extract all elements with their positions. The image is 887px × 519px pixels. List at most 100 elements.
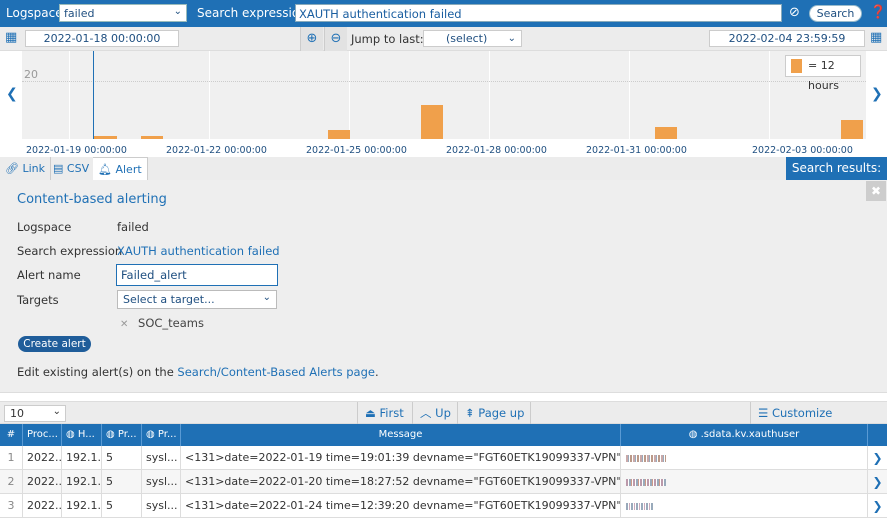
expand-row-icon[interactable]: ❯ <box>868 470 887 494</box>
target-chip-label: SOC_teams <box>138 316 205 330</box>
grid-line <box>769 51 770 139</box>
content-alerts-link[interactable]: Search/Content-Based Alerts page <box>177 365 375 379</box>
end-date-input[interactable]: 2022-02-04 23:59:59 <box>709 30 865 47</box>
table-toolbar: 10 ⌄ ⏏︎ First ︿ Up ⇞ Page up ☰ Customize… <box>0 401 887 442</box>
histogram-bar[interactable] <box>841 120 863 139</box>
first-page-button[interactable]: ⏏︎ First <box>357 402 411 425</box>
col-header-xauthuser[interactable]: ◍ .sdata.kv.xauthuser <box>621 424 868 446</box>
up-button[interactable]: ︿ Up <box>412 402 458 425</box>
histogram-prev-arrow-icon[interactable]: ❮ <box>6 86 18 102</box>
logspace-value: failed <box>64 7 95 20</box>
chevron-down-icon: ⌄ <box>507 33 516 44</box>
histogram-bar[interactable] <box>141 136 163 139</box>
redacted-value <box>626 479 666 486</box>
calendar-icon[interactable]: ▦ <box>870 30 882 45</box>
table-row[interactable]: 1 2022... 192.1... 5 sysl... <131>date=2… <box>0 446 887 470</box>
globe-icon: ◍ <box>146 429 155 440</box>
histogram-bar[interactable] <box>421 105 443 139</box>
zoom-out-icon[interactable]: ⊖ <box>324 27 347 51</box>
histogram-bar[interactable] <box>94 136 117 139</box>
alert-name-input[interactable]: Failed_alert <box>116 264 278 286</box>
histogram-bar[interactable] <box>328 130 350 139</box>
col-header-xauthuser-label: .sdata.kv.xauthuser <box>700 429 800 440</box>
grid-line <box>489 51 490 139</box>
cell-priority: 5 <box>102 470 142 494</box>
cell-processed: 2022... <box>23 470 62 494</box>
expression-field-label: Search expression <box>17 244 123 258</box>
chevron-down-icon: ⌄ <box>262 292 271 303</box>
start-date-input[interactable]: 2022-01-18 00:00:00 <box>25 30 179 47</box>
expand-row-icon[interactable]: ❯ <box>868 446 887 470</box>
grid-line <box>209 51 210 139</box>
search-button[interactable]: Search <box>809 5 862 22</box>
tab-link-label: Link <box>22 162 45 175</box>
grid-line <box>629 51 630 139</box>
bell-icon: 🔔︎ <box>98 163 112 176</box>
edit-alerts-text: Edit existing alert(s) on the Search/Con… <box>17 365 379 379</box>
tab-csv-label: CSV <box>66 162 90 175</box>
x-tick-label: 2022-01-31 00:00:00 <box>586 145 687 156</box>
page-up-button[interactable]: ⇞ Page up <box>457 402 531 425</box>
row-index: 3 <box>0 494 23 518</box>
col-header-index[interactable]: # <box>0 424 23 446</box>
jump-to-last-label: Jump to last: <box>351 32 424 46</box>
cell-priority: 5 <box>102 494 142 518</box>
histogram-next-arrow-icon[interactable]: ❯ <box>871 86 883 102</box>
col-header-program-label: Pr... <box>157 429 177 440</box>
page-size-select[interactable]: 10 ⌄ <box>4 405 66 422</box>
logspace-select[interactable]: failed ⌄ <box>59 4 187 22</box>
results-table: # Proc... ◍ H... ◍ Pr... ◍ Pr... Message… <box>0 424 887 519</box>
expression-field-value[interactable]: XAUTH authentication failed <box>117 244 280 258</box>
zoom-in-icon[interactable]: ⊕ <box>300 27 323 51</box>
calendar-icon[interactable]: ▦ <box>5 30 17 45</box>
col-header-priority[interactable]: ◍ Pr... <box>102 424 142 446</box>
edit-suffix: . <box>374 365 379 379</box>
logspace-field-value: failed <box>117 220 149 234</box>
cell-host: 192.1... <box>62 446 102 470</box>
first-page-icon: ⏏︎ <box>365 406 376 420</box>
col-header-program[interactable]: ◍ Pr... <box>142 424 181 446</box>
close-icon[interactable]: ✖ <box>866 181 886 201</box>
x-tick-label: 2022-01-28 00:00:00 <box>446 145 547 156</box>
customize-columns-button[interactable]: ☰ Customize columns <box>750 402 887 442</box>
targets-placeholder: Select a target... <box>123 293 215 306</box>
table-row[interactable]: 2 2022... 192.1... 5 sysl... <131>date=2… <box>0 470 887 494</box>
help-icon[interactable]: ❓ <box>870 5 886 20</box>
grid-line <box>69 51 70 139</box>
histogram-chart[interactable]: 20 <box>22 51 866 139</box>
file-icon: ▤ <box>53 162 64 175</box>
chevron-down-icon: ⌄ <box>52 406 61 417</box>
col-header-host[interactable]: ◍ H... <box>62 424 102 446</box>
targets-select[interactable]: Select a target... ⌄ <box>117 290 277 309</box>
target-chip: ✕ SOC_teams <box>120 316 204 330</box>
search-expression-input[interactable]: XAUTH authentication failed <box>295 4 782 22</box>
histogram-legend: = 12 hours <box>785 55 861 92</box>
first-label: First <box>379 406 404 420</box>
tab-alert[interactable]: 🔔︎ Alert <box>93 157 148 180</box>
alert-panel <box>0 180 887 393</box>
chevron-up-icon: ︿ <box>420 406 432 420</box>
tab-link[interactable]: 🔗︎ Link <box>0 157 51 180</box>
create-alert-button[interactable]: Create alert <box>18 336 91 352</box>
x-tick-label: 2022-01-25 00:00:00 <box>306 145 407 156</box>
cell-processed: 2022... <box>23 446 62 470</box>
y-gridline <box>22 81 866 82</box>
cell-program: sysl... <box>142 446 181 470</box>
clear-icon[interactable]: ⊘ <box>789 5 800 20</box>
up-label: Up <box>435 406 451 420</box>
col-header-priority-label: Pr... <box>117 429 137 440</box>
cell-processed: 2022... <box>23 494 62 518</box>
row-index: 1 <box>0 446 23 470</box>
expand-row-icon[interactable]: ❯ <box>868 494 887 518</box>
table-row[interactable]: 3 2022... 192.1... 5 sysl... <131>date=2… <box>0 494 887 518</box>
jump-to-last-select[interactable]: (select) ⌄ <box>423 30 522 47</box>
col-header-message[interactable]: Message <box>181 424 621 446</box>
cell-host: 192.1... <box>62 470 102 494</box>
col-header-processed[interactable]: Proc... <box>23 424 62 446</box>
redacted-value <box>626 503 654 510</box>
histogram-bar[interactable] <box>655 127 677 139</box>
tab-csv[interactable]: ▤ CSV <box>48 157 96 180</box>
x-tick-label: 2022-01-22 00:00:00 <box>166 145 267 156</box>
remove-icon[interactable]: ✕ <box>120 319 128 330</box>
date-range-bar: ▦ 2022-01-18 00:00:00 ⊕ ⊖ Jump to last: … <box>0 27 887 51</box>
